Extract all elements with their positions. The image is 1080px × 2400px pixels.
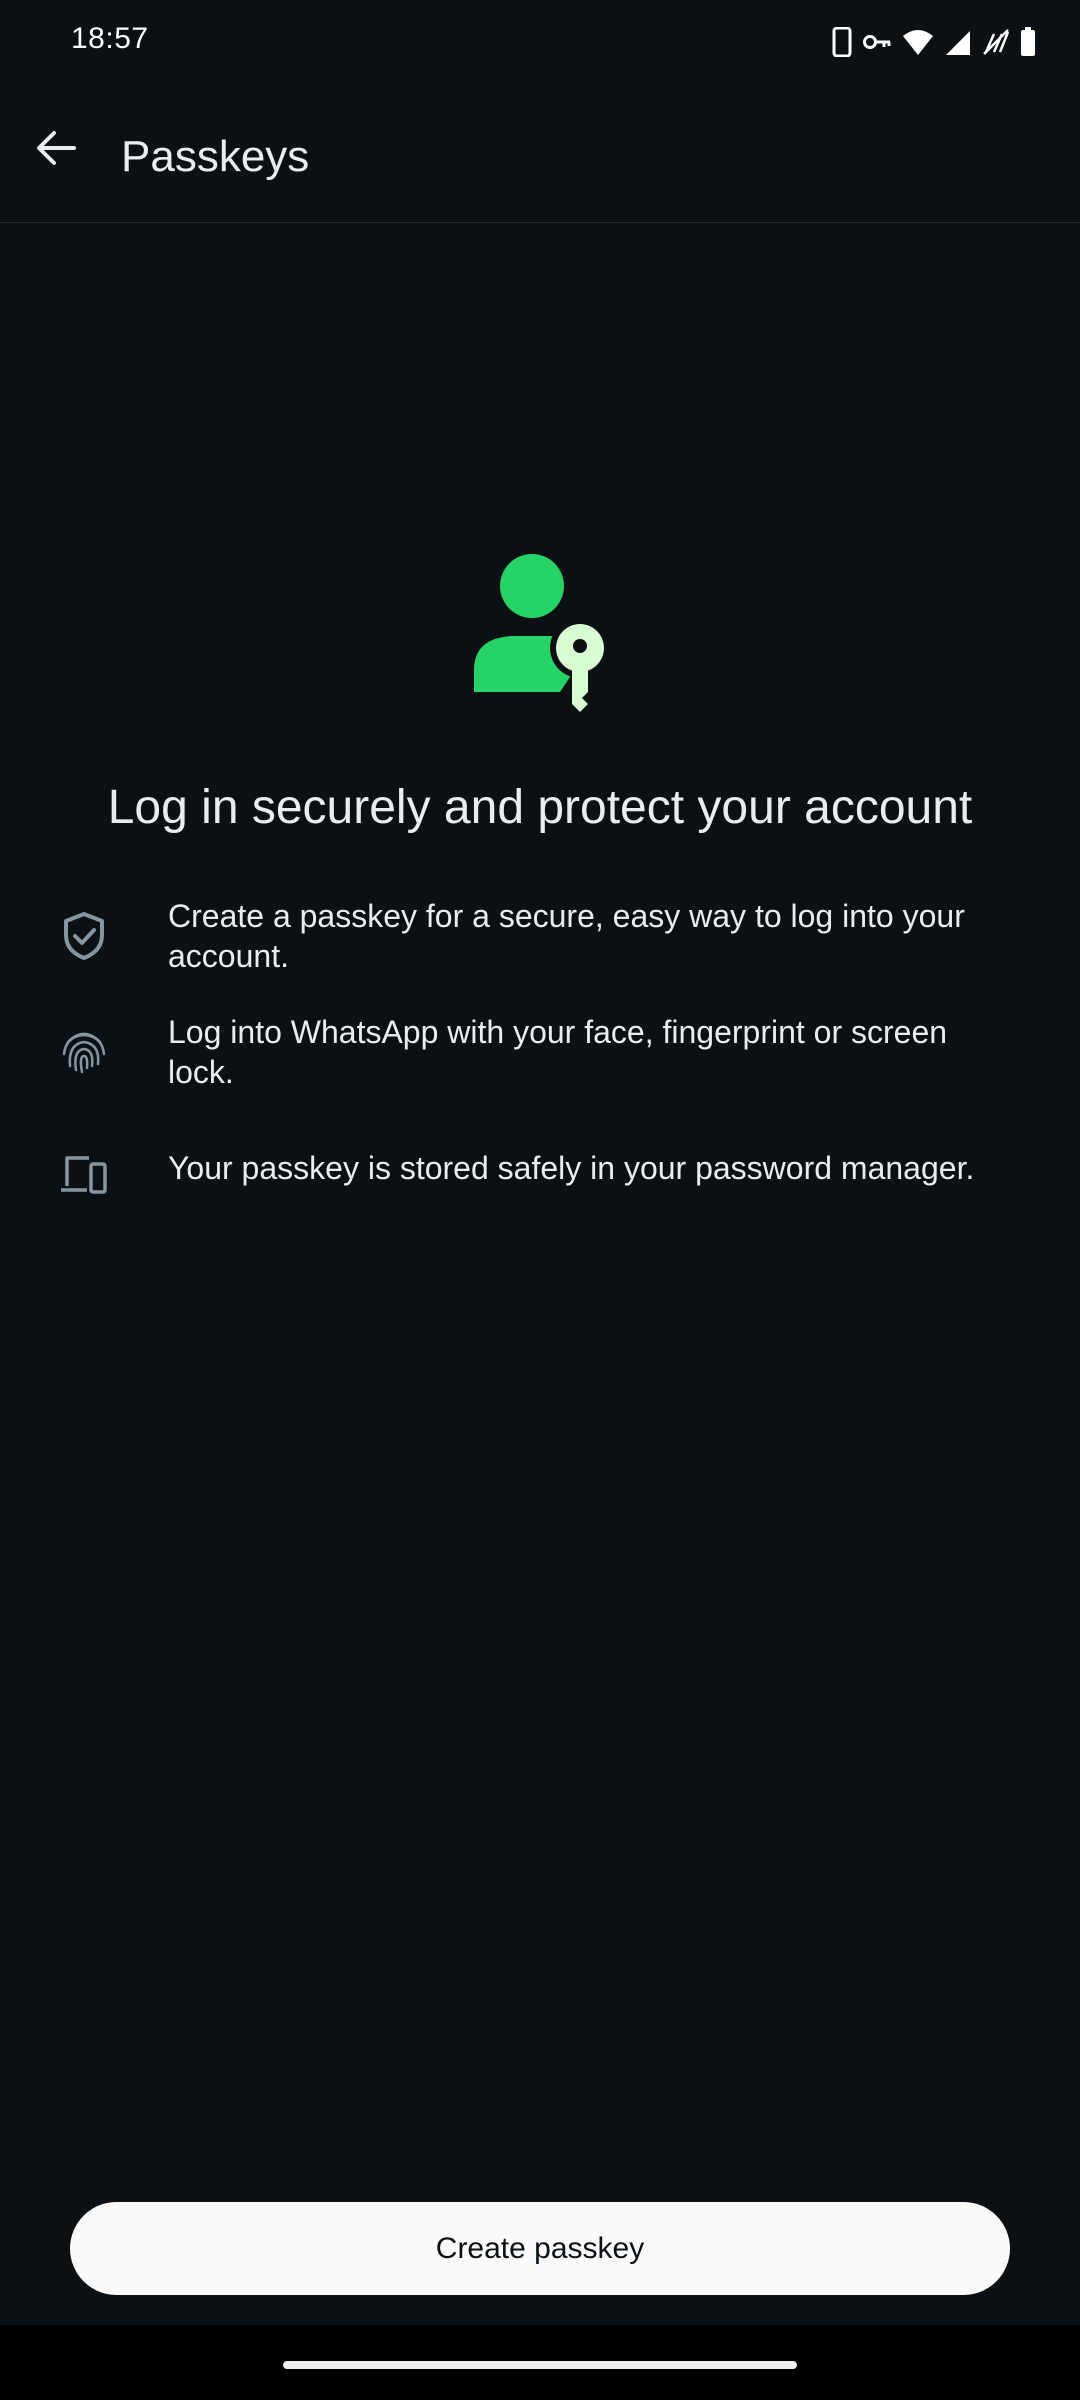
wifi-icon: 4 [902, 28, 934, 56]
headline: Log in securely and protect your account [107, 781, 973, 834]
create-passkey-button[interactable]: Create passkey [70, 2202, 1010, 2295]
app-bar: Passkeys [0, 84, 1080, 223]
status-bar: 18:57 4 [0, 0, 1080, 84]
status-icons: 4 [832, 24, 1036, 60]
person-key-icon [468, 552, 612, 712]
vpn-key-icon [862, 32, 892, 52]
fingerprint-icon [58, 1026, 110, 1078]
cell-signal-icon [944, 28, 972, 56]
phone-device-icon [832, 27, 852, 57]
svg-text:4: 4 [924, 47, 930, 56]
feature-text: Create a passkey for a secure, easy way … [168, 898, 965, 974]
create-passkey-label: Create passkey [435, 2231, 645, 2265]
shield-check-icon [58, 910, 110, 962]
navigation-bar [0, 2325, 1080, 2400]
battery-icon [1020, 27, 1036, 57]
devices-icon [58, 1148, 110, 1200]
status-time: 18:57 [71, 22, 149, 55]
page-title: Passkeys [121, 132, 310, 181]
feature-text: Log into WhatsApp with your face, finger… [168, 1014, 948, 1090]
no-data-icon [982, 28, 1010, 56]
home-indicator[interactable] [283, 2361, 797, 2369]
arrow-back-icon [34, 126, 78, 175]
back-button[interactable] [20, 114, 92, 186]
feature-text: Your passkey is stored safely in your pa… [168, 1150, 975, 1186]
